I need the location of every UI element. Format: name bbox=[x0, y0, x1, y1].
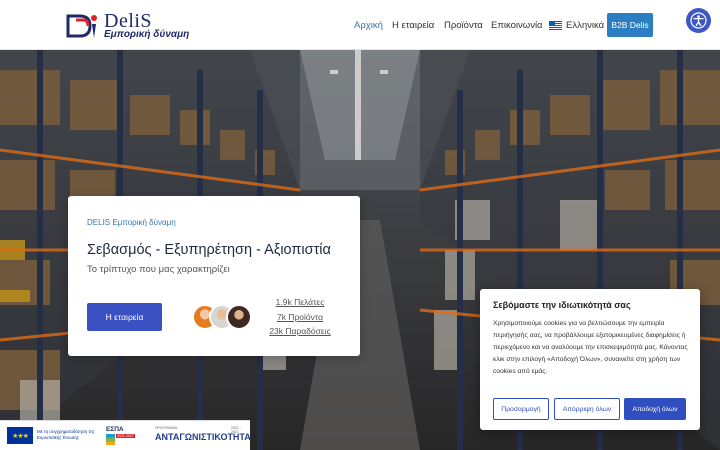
nav-item-company[interactable]: Η εταιρεία bbox=[392, 0, 434, 50]
logo-mark-icon bbox=[66, 14, 97, 38]
eu-funding-banner: ★★★ Με τη συγχρηματοδότηση της Ευρωπαϊκή… bbox=[0, 420, 251, 450]
company-button[interactable]: Η εταιρεία bbox=[87, 303, 162, 331]
cookie-consent-dialog: Σεβόμαστε την ιδιωτικότητά σας Χρησιμοπο… bbox=[480, 289, 700, 430]
nav-products-link[interactable]: Προϊόντα bbox=[444, 20, 483, 31]
accessibility-button[interactable] bbox=[686, 8, 711, 33]
cookie-title: Σεβόμαστε την ιδιωτικότητά σας bbox=[493, 300, 631, 310]
stat-products[interactable]: 7k Προϊόντα bbox=[264, 310, 336, 325]
customize-button[interactable]: Προσαρμογή bbox=[493, 398, 549, 420]
espa-label: ΕΣΠΑ bbox=[106, 426, 124, 433]
avatar bbox=[226, 304, 252, 330]
hero-card: DELIS Εμπορική δύναμη Σεβασμός - Εξυπηρέ… bbox=[68, 196, 360, 356]
competitiveness-logo: ΠΡΟΓΡΑΜΜΑ 2021 - 2027 ΑΝΤΑΓΩΝΙΣΤΙΚΟΤΗΤΑ bbox=[148, 426, 251, 446]
hero-eyebrow: DELIS Εμπορική δύναμη bbox=[87, 218, 176, 227]
eu-text: Με τη συγχρηματοδότηση της Ευρωπαϊκής Έν… bbox=[37, 429, 95, 440]
language-selector[interactable]: Ελληνικά bbox=[549, 0, 604, 50]
accept-all-button[interactable]: Αποδοχή όλων bbox=[624, 398, 686, 420]
hero-subtitle: Το τρίπτυχο που μας χαρακτηρίζει bbox=[87, 264, 230, 275]
espa-bar-icon bbox=[106, 434, 115, 445]
greek-flag-icon bbox=[549, 20, 562, 30]
espa-years: 2021-2027 bbox=[116, 434, 135, 438]
b2b-button[interactable]: B2B Delis bbox=[607, 13, 653, 37]
stats-list: 1.9k Πελάτες 7k Προϊόντα 23k Παραδόσεις bbox=[264, 295, 336, 339]
reject-all-button[interactable]: Απόρριψη όλων bbox=[554, 398, 620, 420]
nav-item-home[interactable]: Αρχική bbox=[354, 0, 383, 50]
nav-company-link[interactable]: Η εταιρεία bbox=[392, 20, 434, 31]
program-small: ΠΡΟΓΡΑΜΜΑ bbox=[155, 426, 178, 430]
nav-home-link[interactable]: Αρχική bbox=[354, 20, 383, 31]
stat-deliveries[interactable]: 23k Παραδόσεις bbox=[264, 324, 336, 339]
logo[interactable]: DeliS Εμπορική δύναμη bbox=[66, 10, 190, 42]
language-label[interactable]: Ελληνικά bbox=[566, 20, 604, 31]
espa-logo: ΕΣΠΑ 2021-2027 bbox=[106, 426, 138, 446]
logo-tagline: Εμπορική δύναμη bbox=[104, 29, 190, 40]
team-avatars bbox=[192, 304, 254, 332]
cookie-text: Χρησιμοποιούμε cookies για να βελτιώσουμ… bbox=[493, 320, 688, 375]
nav-item-contact[interactable]: Επικοινωνία bbox=[491, 0, 543, 50]
nav-item-products[interactable]: Προϊόντα bbox=[444, 0, 483, 50]
site-header: DeliS Εμπορική δύναμη Αρχική Η εταιρεία … bbox=[0, 0, 720, 50]
eu-flag-icon: ★★★ bbox=[7, 427, 33, 444]
stat-customers[interactable]: 1.9k Πελάτες bbox=[264, 295, 336, 310]
nav-contact-link[interactable]: Επικοινωνία bbox=[491, 20, 543, 31]
accessibility-icon bbox=[690, 12, 707, 29]
hero-title: Σεβασμός - Εξυπηρέτηση - Αξιοπιστία bbox=[87, 242, 331, 258]
program-name: ΑΝΤΑΓΩΝΙΣΤΙΚΟΤΗΤΑ bbox=[155, 432, 251, 442]
